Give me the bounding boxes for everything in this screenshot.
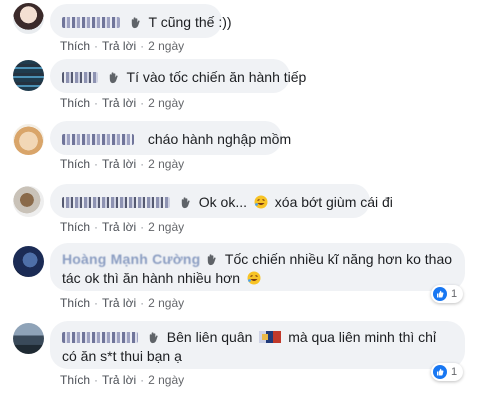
separator: · <box>140 39 145 53</box>
avatar[interactable] <box>13 246 44 277</box>
reaction-count: 1 <box>451 366 458 378</box>
separator: · <box>94 296 99 310</box>
comment-text: T cũng thế :)) <box>148 14 232 30</box>
author-name-redacted[interactable] <box>62 17 120 28</box>
separator: · <box>140 157 145 171</box>
reply-link[interactable]: Trả lời <box>102 220 136 234</box>
like-link[interactable]: Thích <box>60 296 90 310</box>
separator: · <box>140 220 145 234</box>
reply-link[interactable]: Trả lời <box>102 296 136 310</box>
comment-bubble: Tí vào tốc chiến ăn hành tiếp <box>50 59 306 93</box>
like-link[interactable]: Thích <box>60 157 90 171</box>
like-link[interactable]: Thích <box>60 96 90 110</box>
author-name-redacted[interactable] <box>62 72 98 83</box>
author-name-redacted[interactable] <box>62 332 138 343</box>
reply-link[interactable]: Trả lời <box>102 39 136 53</box>
separator: · <box>94 39 99 53</box>
like-reaction-icon <box>433 365 447 379</box>
avatar[interactable] <box>13 323 44 354</box>
separator: · <box>94 96 99 110</box>
avatar[interactable] <box>13 186 44 217</box>
comment-bubble: Bên liên quân mà qua liên minh thì chỉ c… <box>50 321 465 369</box>
like-reaction-icon <box>433 287 447 301</box>
wave-hand-icon <box>181 197 190 209</box>
comment-text: Tí vào tốc chiến ăn hành tiếp <box>126 69 307 85</box>
timestamp[interactable]: 2 ngày <box>148 296 184 310</box>
separator: · <box>94 157 99 171</box>
separator: · <box>94 373 99 387</box>
comment-actions: Thích · Trả lời · 2 ngày <box>60 96 184 110</box>
comment-actions: Thích · Trả lời · 2 ngày <box>60 373 184 387</box>
reaction-count: 1 <box>451 288 458 300</box>
comment-bubble: T cũng thế :)) <box>50 4 232 38</box>
wave-hand-icon <box>208 254 216 266</box>
author-name-redacted[interactable] <box>62 197 170 208</box>
laughing-emoji-icon <box>254 195 268 209</box>
comment-actions: Thích · Trả lời · 2 ngày <box>60 157 184 171</box>
timestamp[interactable]: 2 ngày <box>148 220 184 234</box>
comment-bubble: Hoàng Mạnh Cường Tốc chiến nhiều kĩ năng… <box>50 243 465 291</box>
comment-text-end: xóa bớt giùm cái đi <box>274 194 393 210</box>
comment-text-start: Ok ok... <box>198 194 248 210</box>
timestamp[interactable]: 2 ngày <box>148 373 184 387</box>
avatar[interactable] <box>13 124 44 155</box>
reaction-count-badge[interactable]: 1 <box>431 285 464 303</box>
wave-hand-icon <box>109 72 118 84</box>
reaction-count-badge[interactable]: 1 <box>431 363 464 381</box>
comment-bubble: cháo hành nghập mồm <box>50 121 291 155</box>
timestamp[interactable]: 2 ngày <box>148 96 184 110</box>
separator: · <box>140 296 145 310</box>
laughing-emoji-icon <box>247 271 261 285</box>
comment-actions: Thích · Trả lời · 2 ngày <box>60 220 184 234</box>
comment-text-start: Bên liên quân <box>166 329 253 345</box>
reply-link[interactable]: Trả lời <box>102 373 136 387</box>
comment-actions: Thích · Trả lời · 2 ngày <box>60 296 184 310</box>
like-link[interactable]: Thích <box>60 373 90 387</box>
timestamp[interactable]: 2 ngày <box>148 39 184 53</box>
comment-actions: Thích · Trả lời · 2 ngày <box>60 39 184 53</box>
separator: · <box>140 373 145 387</box>
avatar[interactable] <box>13 60 44 91</box>
reply-link[interactable]: Trả lời <box>102 96 136 110</box>
like-link[interactable]: Thích <box>60 220 90 234</box>
comment-text: cháo hành nghập mồm <box>147 131 292 147</box>
author-name-redacted[interactable] <box>62 134 134 145</box>
wave-hand-icon <box>131 17 140 29</box>
comment-bubble: Ok ok... xóa bớt giùm cái đi <box>50 184 393 218</box>
wave-hand-icon <box>149 332 158 344</box>
avatar[interactable] <box>13 3 44 34</box>
separator: · <box>94 220 99 234</box>
like-link[interactable]: Thích <box>60 39 90 53</box>
separator: · <box>140 96 145 110</box>
author-name[interactable]: Hoàng Mạnh Cường <box>62 251 200 267</box>
timestamp[interactable]: 2 ngày <box>148 157 184 171</box>
reply-link[interactable]: Trả lời <box>102 157 136 171</box>
redacted-emoji-icon <box>259 331 282 343</box>
